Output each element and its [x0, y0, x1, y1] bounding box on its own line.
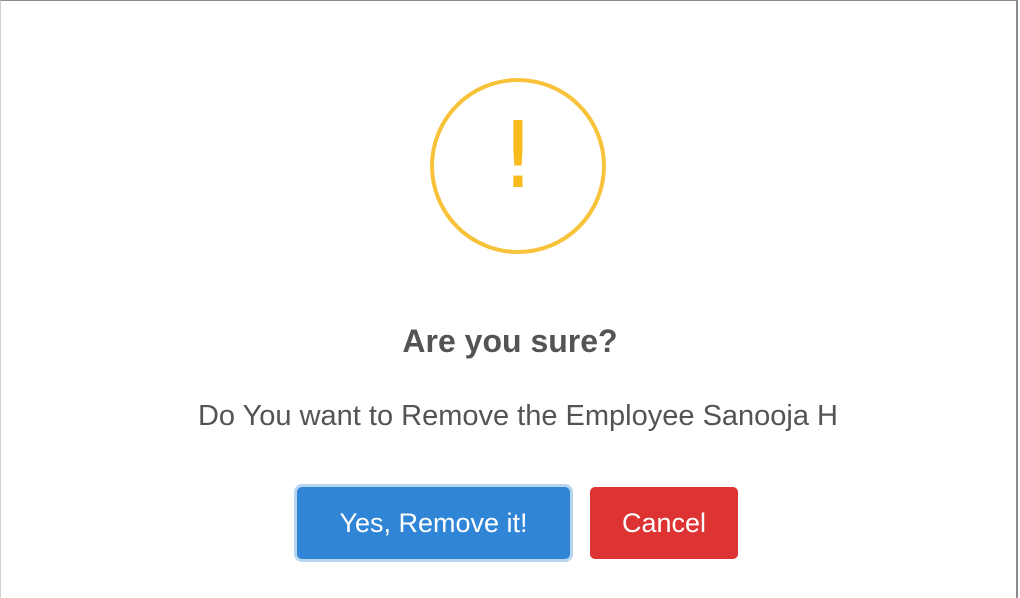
- dialog-actions: Yes, Remove it! Cancel: [1, 486, 1019, 560]
- warning-exclamation-glyph: !: [499, 102, 537, 209]
- confirm-remove-button[interactable]: Yes, Remove it!: [297, 487, 570, 559]
- confirm-dialog: ! Are you sure? Do You want to Remove th…: [0, 0, 1018, 598]
- warning-icon: !: [430, 78, 606, 254]
- cancel-button[interactable]: Cancel: [590, 487, 738, 559]
- dialog-message: Do You want to Remove the Employee Sanoo…: [197, 400, 838, 432]
- dialog-title: Are you sure?: [402, 323, 618, 359]
